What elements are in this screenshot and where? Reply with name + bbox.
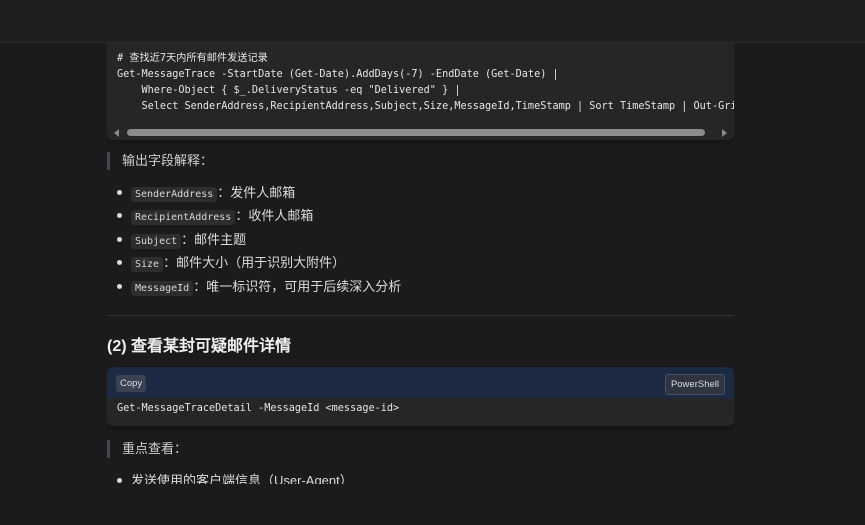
inline-code: Size <box>131 257 164 272</box>
list-item-desc: ：邮件主题 <box>181 232 247 247</box>
blockquote-output-fields: 输出字段解释： <box>107 152 213 170</box>
list-item: MessageId ：唯一标识符，可用于后续深入分析 <box>117 277 401 297</box>
code-line: Get-MessageTraceDetail -MessageId <messa… <box>117 403 400 414</box>
section-heading: (2) 查看某封可疑邮件详情 <box>107 338 292 355</box>
code-block-header: Copy PowerShell <box>107 367 734 398</box>
blockquote-key-points: 重点查看： <box>107 440 187 458</box>
bullet-icon <box>117 260 122 266</box>
list-item: Subject ：邮件主题 <box>117 230 246 250</box>
bullet-icon <box>117 478 122 484</box>
code-line: Select SenderAddress,RecipientAddress,Su… <box>117 101 734 112</box>
list-item: 发送使用的客户端信息（User-Agent） <box>117 471 353 484</box>
copy-button[interactable]: Copy <box>116 375 147 392</box>
list-item-desc: 发送使用的客户端信息（User-Agent） <box>131 473 353 484</box>
inline-code: MessageId <box>131 281 194 296</box>
list-item: RecipientAddress ：收件人邮箱 <box>117 206 313 226</box>
code-line: # 查找近7天内所有邮件发送记录 <box>117 53 268 64</box>
list-item: Size ：邮件大小（用于识别大附件） <box>117 253 345 273</box>
inline-code: RecipientAddress <box>131 210 236 225</box>
code-body[interactable]: # 查找近7天内所有邮件发送记录 Get-MessageTrace -Start… <box>107 43 734 126</box>
inline-code: SenderAddress <box>131 187 218 202</box>
scroll-left-arrow-icon[interactable] <box>114 129 119 137</box>
list-item-desc: ：邮件大小（用于识别大附件） <box>163 255 346 270</box>
code-line: Get-MessageTrace -StartDate (Get-Date).A… <box>117 69 559 80</box>
list-item-desc: ：发件人邮箱 <box>217 185 296 200</box>
top-toolbar <box>0 0 865 43</box>
language-badge-button[interactable]: PowerShell <box>664 374 725 395</box>
bullet-icon <box>117 190 122 196</box>
inline-code: Subject <box>131 234 182 249</box>
bullet-icon <box>117 237 122 243</box>
section-divider <box>107 315 734 316</box>
bullet-icon <box>117 284 122 290</box>
scroll-right-arrow-icon[interactable] <box>722 129 727 137</box>
code-line: Where-Object { $_.DeliveryStatus -eq "De… <box>117 85 461 96</box>
bottom-panel <box>0 484 865 525</box>
list-item-desc: ：唯一标识符，可用于后续深入分析 <box>193 279 402 294</box>
list-item-desc: ：收件人邮箱 <box>235 208 314 223</box>
code-body[interactable]: Get-MessageTraceDetail -MessageId <messa… <box>107 398 734 426</box>
list-item: SenderAddress ：发件人邮箱 <box>117 183 295 203</box>
article-content: # 查找近7天内所有邮件发送记录 Get-MessageTrace -Start… <box>107 0 734 484</box>
bullet-icon <box>117 213 122 219</box>
scrollbar-thumb[interactable] <box>127 129 705 136</box>
horizontal-scrollbar[interactable] <box>107 126 734 140</box>
code-block-message-trace-detail: Copy PowerShell Get-MessageTraceDetail -… <box>107 367 734 426</box>
